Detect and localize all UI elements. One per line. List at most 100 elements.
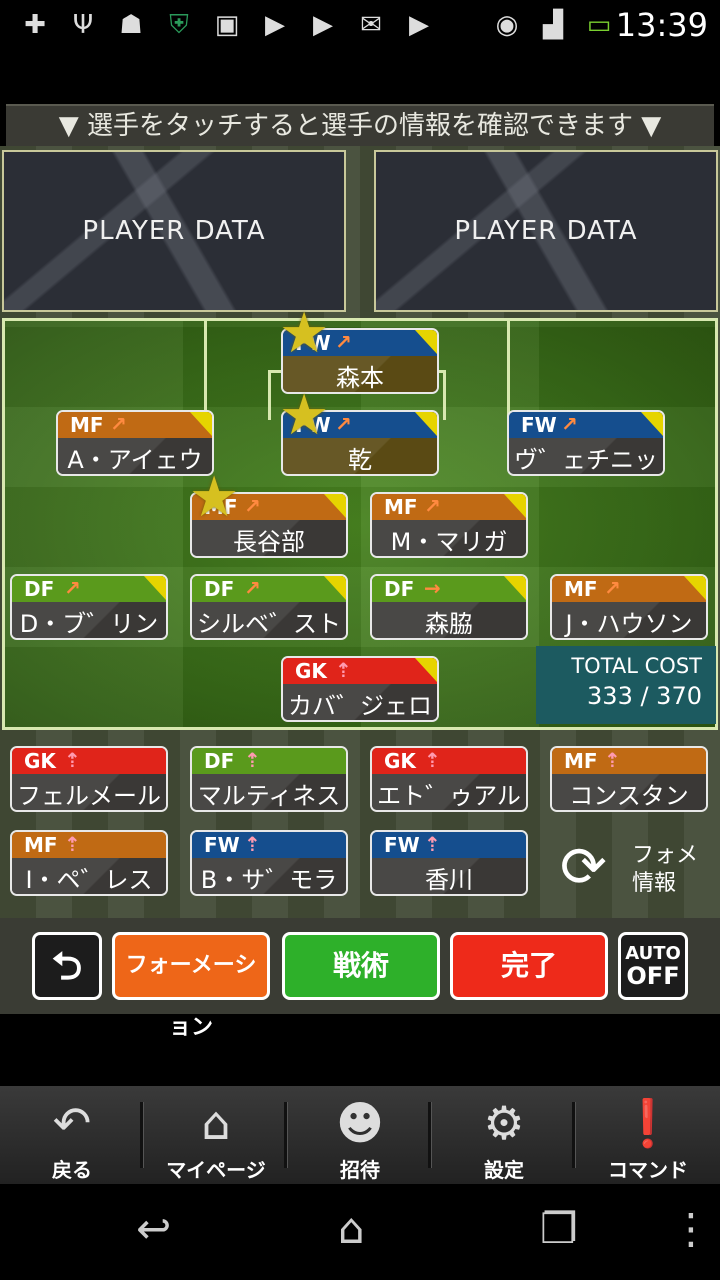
position-label: FW <box>204 833 240 857</box>
usb-icon: Ψ <box>72 10 94 40</box>
gmail-icon: ✉ <box>360 10 382 40</box>
position-label: MF <box>564 577 598 601</box>
player-data-label: PLAYER DATA <box>454 216 638 246</box>
player-name: 香川 <box>425 866 473 894</box>
position-label: MF <box>70 413 104 437</box>
player-card[interactable]: DF ↗ シルベ゛ストレ <box>190 574 348 640</box>
position-label: DF <box>204 577 235 601</box>
player-data-label: PLAYER DATA <box>82 216 266 246</box>
position-label: GK <box>295 659 327 683</box>
player-card[interactable]: MF ↗ M・マリガ <box>370 492 528 558</box>
player-card[interactable]: MF ↗ J・ハウソン <box>550 574 708 640</box>
player-name: B・サ゛モラ <box>200 866 338 894</box>
player-name: フェルメール <box>17 782 161 810</box>
player-data-panel-left[interactable]: PLAYER DATA <box>2 150 346 312</box>
instruction-text: ▼ 選手をタッチすると選手の情報を確認できます ▼ <box>58 111 662 141</box>
player-card[interactable]: DF ↗ D・ブ゛リント <box>10 574 168 640</box>
condition-arrow-icon: ⇡ <box>244 748 261 772</box>
back-nav-icon[interactable]: ↩ <box>136 1204 171 1254</box>
people-icon: ☻ <box>336 1096 384 1150</box>
bench-card[interactable]: GK ⇡ フェルメール <box>10 746 168 812</box>
condition-arrow-icon: ↗ <box>244 576 261 600</box>
formation-button[interactable]: フォーメーション <box>112 932 270 1040</box>
bench-card[interactable]: FW ⇡ B・サ゛モラ <box>190 830 348 896</box>
condition-arrow-icon: ↗ <box>604 576 621 600</box>
formation-info-button[interactable]: ⟳ フォメ 情報 <box>560 836 700 902</box>
player-name: カバ゛ジェロ <box>288 692 432 720</box>
position-label: GK <box>384 749 416 773</box>
back-arrow-icon: ↶ <box>52 1096 92 1150</box>
condition-arrow-icon: ↗ <box>110 412 127 436</box>
player-card[interactable]: GK ⇡ カバ゛ジェロ <box>281 656 439 722</box>
condition-arrow-icon: ⇡ <box>604 748 621 772</box>
player-data-panel-right[interactable]: PLAYER DATA <box>374 150 718 312</box>
menu-item-command[interactable]: ❗ コマンド <box>576 1086 720 1184</box>
signal-icon: ▟ <box>543 10 563 40</box>
player-name: 森脇 <box>425 610 473 638</box>
total-cost-panel: TOTAL COST 333 / 370 <box>536 646 716 724</box>
star-icon: ★ <box>189 465 240 530</box>
total-cost-value: 333 / 370 <box>587 682 702 710</box>
total-cost-label: TOTAL COST <box>571 654 702 678</box>
exclamation-icon: ❗ <box>619 1096 677 1150</box>
player-name: D・ブ゛リント <box>19 610 159 638</box>
condition-arrow-icon: ↗ <box>64 576 81 600</box>
player-card[interactable]: DF → 森脇 <box>370 574 528 640</box>
condition-arrow-icon: ⇡ <box>64 748 81 772</box>
recent-apps-icon[interactable]: ❐ <box>540 1204 578 1254</box>
player-name: マルティネス <box>197 782 341 810</box>
star-icon: ★ <box>279 301 330 366</box>
player-name: J・ハウソン <box>565 610 693 638</box>
condition-arrow-icon: ⇡ <box>335 658 352 682</box>
shop-icon: ▶ <box>409 10 429 40</box>
position-label: GK <box>24 749 56 773</box>
bench-card[interactable]: GK ⇡ エト゛ゥアルト゛ <box>370 746 528 812</box>
menu-item-back[interactable]: ↶ 戻る <box>0 1086 144 1184</box>
condition-arrow-icon: → <box>424 576 441 600</box>
status-bar: ✚ Ψ ☗ ⛨ ▣ ▶ ▶ ✉ ▶ ◉ ▟ ▭ 13:39 <box>0 0 720 50</box>
condition-arrow-icon: ⇡ <box>244 832 261 856</box>
formation-info-label: フォメ 情報 <box>632 843 699 896</box>
auto-toggle-button[interactable]: AUTO OFF <box>618 932 688 1000</box>
tactics-button[interactable]: 戦術 <box>282 932 440 1000</box>
bench-card[interactable]: FW ⇡ 香川 <box>370 830 528 896</box>
chat-icon: ▣ <box>214 10 240 40</box>
player-name: ヴ゛ェチニッチ <box>514 446 658 474</box>
menu-item-mypage[interactable]: ⌂ マイページ <box>144 1086 288 1184</box>
position-label: MF <box>564 749 598 773</box>
condition-arrow-icon: ⇡ <box>64 832 81 856</box>
home-icon: ⌂ <box>201 1096 231 1150</box>
plus-icon: ✚ <box>24 10 46 40</box>
position-label: FW <box>521 413 557 437</box>
position-label: DF <box>24 577 55 601</box>
bench-card[interactable]: DF ⇡ マルティネス <box>190 746 348 812</box>
clock: 13:39 <box>615 6 708 44</box>
condition-arrow-icon: ↗ <box>561 412 578 436</box>
menu-item-invite[interactable]: ☻ 招待 <box>288 1086 432 1184</box>
refresh-icon: ⟳ <box>560 835 607 900</box>
instruction-bar: ▼ 選手をタッチすると選手の情報を確認できます ▼ <box>6 104 714 146</box>
done-button[interactable]: 完了 <box>450 932 608 1000</box>
player-name: I・ペ゛レス <box>25 866 153 894</box>
condition-arrow-icon: ↗ <box>424 494 441 518</box>
overflow-menu-icon[interactable]: ⋮ <box>670 1204 712 1254</box>
player-name: コンスタン <box>569 782 689 810</box>
system-nav-bar: ↩ ⌂ ❐ ⋮ <box>0 1184 720 1280</box>
shield-icon: ⛨ <box>169 10 189 40</box>
bench-card[interactable]: MF ⇡ コンスタン <box>550 746 708 812</box>
condition-arrow-icon: ↗ <box>335 330 352 354</box>
back-button[interactable]: ⮌ <box>32 932 102 1000</box>
android-icon: ☗ <box>119 10 143 40</box>
player-card[interactable]: FW ↗ ヴ゛ェチニッチ <box>507 410 665 476</box>
position-label: FW <box>384 833 420 857</box>
player-name: シルベ゛ストレ <box>197 610 341 638</box>
bench-card[interactable]: MF ⇡ I・ペ゛レス <box>10 830 168 896</box>
position-label: DF <box>384 577 415 601</box>
position-label: MF <box>24 833 58 857</box>
condition-arrow-icon: ⇡ <box>424 832 441 856</box>
player-name: M・マリガ <box>390 528 508 556</box>
home-nav-icon[interactable]: ⌂ <box>338 1204 365 1254</box>
position-label: MF <box>384 495 418 519</box>
condition-arrow-icon: ↗ <box>335 412 352 436</box>
menu-item-settings[interactable]: ⚙ 設定 <box>432 1086 576 1184</box>
